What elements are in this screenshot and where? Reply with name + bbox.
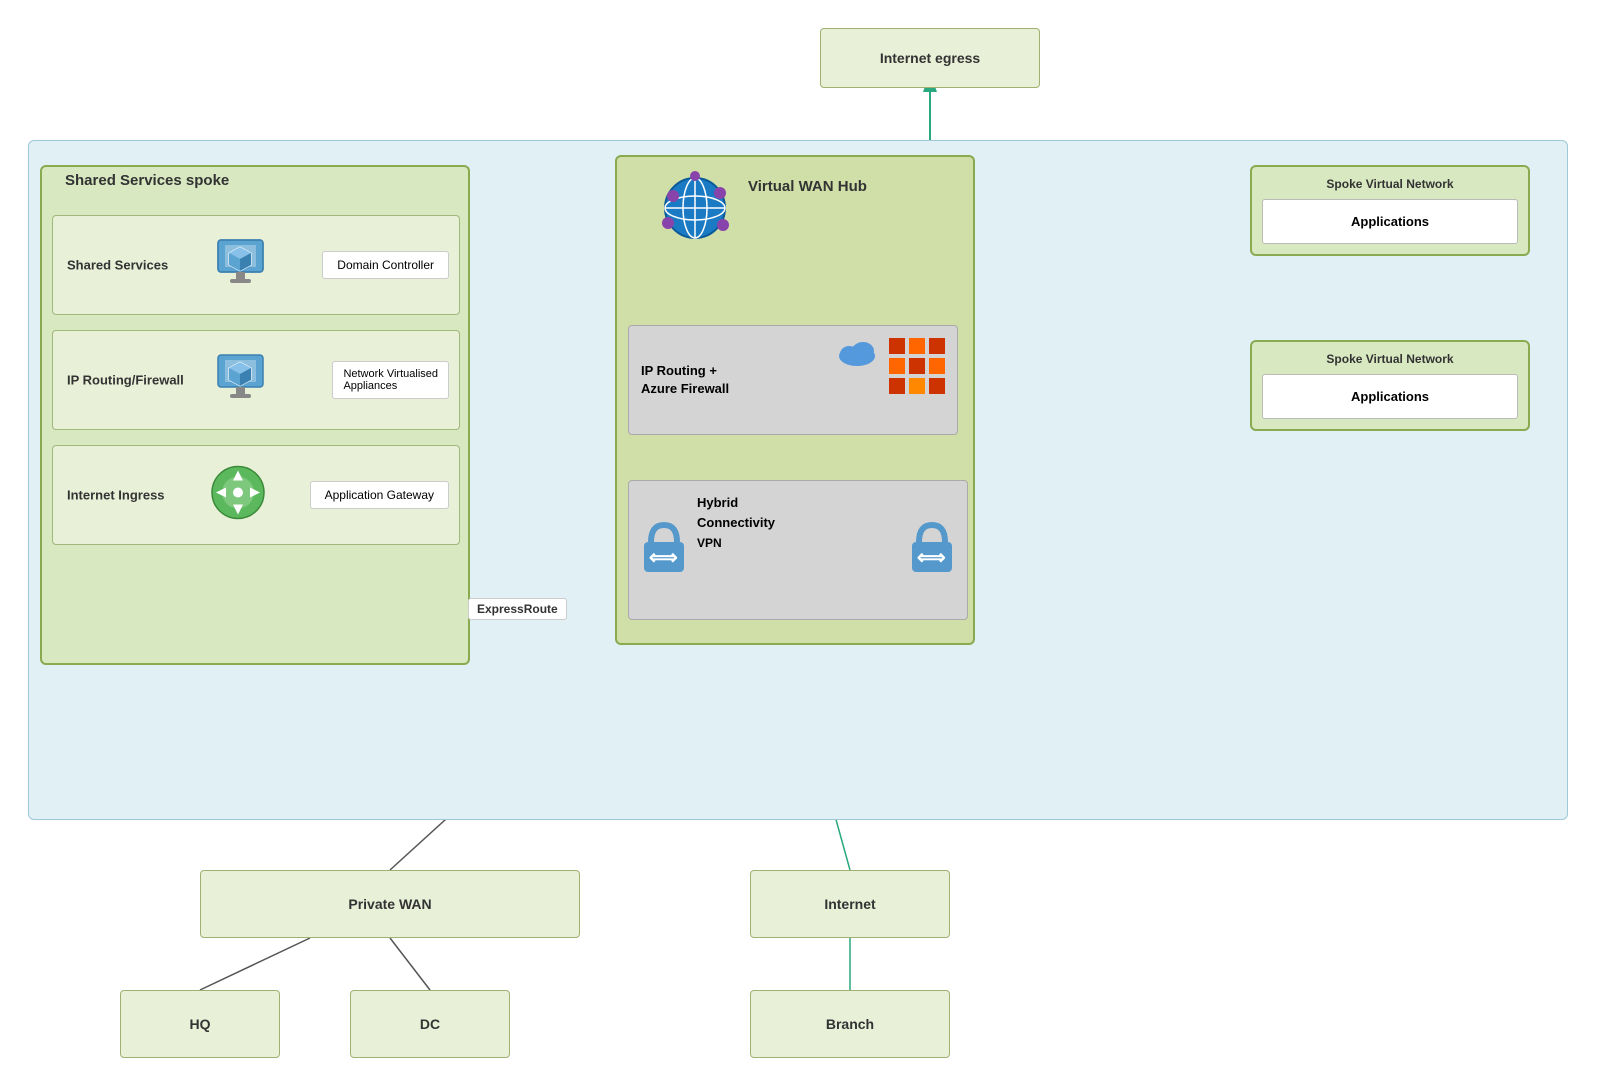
spoke-vnet-1-applications-label: Applications: [1351, 214, 1429, 229]
spoke-vnet-2-title: Spoke Virtual Network: [1262, 352, 1518, 366]
spoke-vnet-1-applications: Applications: [1262, 199, 1518, 244]
domain-controller-box: Domain Controller: [322, 251, 449, 279]
spoke-vnet-2-applications: Applications: [1262, 374, 1518, 419]
internet-ingress-label: Internet Ingress: [67, 488, 165, 503]
network-appliances-label: Network VirtualisedAppliances: [343, 368, 438, 392]
vpn-label: VPN: [697, 536, 722, 550]
spoke-vnet-2: Spoke Virtual Network Applications: [1250, 340, 1530, 431]
lock-icon-right: ⟺: [907, 520, 957, 575]
network-appliances-box: Network VirtualisedAppliances: [332, 361, 449, 399]
private-wan-label: Private WAN: [348, 896, 431, 912]
expressroute-label: ExpressRoute: [468, 598, 567, 620]
application-gateway-label: Application Gateway: [325, 488, 434, 502]
branch-box: Branch: [750, 990, 950, 1058]
computer-icon-2: [213, 350, 268, 405]
computer-icon-1: [213, 235, 268, 290]
gateway-icon: [208, 463, 268, 523]
internet-egress-box: Internet egress: [820, 28, 1040, 88]
shared-services-row: Shared Services Domain Controller: [52, 215, 460, 315]
ip-routing-box: IP Routing +Azure Firewall: [628, 325, 958, 435]
shared-services-spoke-title: Shared Services spoke: [65, 172, 229, 189]
internet-label: Internet: [824, 896, 875, 912]
dc-label: DC: [420, 1016, 440, 1032]
diagram-container: Internet egress Shared Services spoke Sh…: [0, 0, 1600, 1084]
hq-box: HQ: [120, 990, 280, 1058]
ip-routing-firewall-label: IP Routing/Firewall: [67, 373, 184, 388]
branch-label: Branch: [826, 1016, 874, 1032]
ip-routing-firewall-row: IP Routing/Firewall Network VirtualisedA…: [52, 330, 460, 430]
dc-box: DC: [350, 990, 510, 1058]
hq-label: HQ: [190, 1016, 211, 1032]
spoke-vnet-2-applications-label: Applications: [1351, 389, 1429, 404]
spoke-vnet-1-title: Spoke Virtual Network: [1262, 177, 1518, 191]
globe-icon: [655, 168, 735, 248]
ip-routing-azure-label: IP Routing +Azure Firewall: [641, 363, 729, 396]
domain-controller-label: Domain Controller: [337, 258, 434, 272]
application-gateway-box: Application Gateway: [310, 481, 449, 509]
hybrid-connectivity-title: HybridConnectivity: [697, 495, 775, 530]
internet-ingress-row: Internet Ingress Application Gateway: [52, 445, 460, 545]
svg-text:⟺: ⟺: [649, 547, 678, 569]
svg-text:⟺: ⟺: [917, 547, 946, 569]
vwan-hub-title: Virtual WAN Hub: [748, 178, 867, 195]
shared-services-label: Shared Services: [67, 258, 168, 273]
firewall-icon: [887, 336, 947, 396]
lock-icon-left: ⟺: [639, 520, 689, 575]
private-wan-box: Private WAN: [200, 870, 580, 938]
hybrid-connectivity-box: ⟺ HybridConnectivity VPN ⟺: [628, 480, 968, 620]
internet-egress-label: Internet egress: [880, 50, 980, 66]
internet-box: Internet: [750, 870, 950, 938]
cloud-icon: [837, 336, 877, 366]
spoke-vnet-1: Spoke Virtual Network Applications: [1250, 165, 1530, 256]
